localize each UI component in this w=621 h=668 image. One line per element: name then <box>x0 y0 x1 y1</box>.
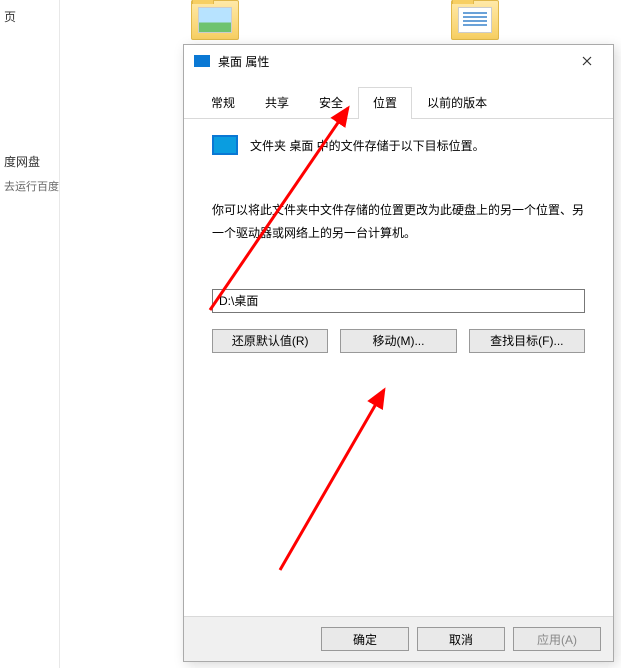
close-icon <box>582 56 592 66</box>
properties-dialog: 桌面 属性 常规 共享 安全 位置 以前的版本 文件夹 桌面 中的文件存储于以下… <box>183 44 614 662</box>
location-path-input[interactable] <box>212 289 585 313</box>
folder-icon <box>191 0 239 40</box>
dialog-title: 桌面 属性 <box>218 53 565 70</box>
nav-item[interactable]: 页 <box>0 4 59 29</box>
ok-button[interactable]: 确定 <box>321 627 409 651</box>
location-description: 你可以将此文件夹中文件存储的位置更改为此硬盘上的另一个位置、另一个驱动器或网络上… <box>212 199 585 245</box>
location-buttons: 还原默认值(R) 移动(M)... 查找目标(F)... <box>212 329 585 353</box>
tab-share[interactable]: 共享 <box>250 87 304 119</box>
location-heading: 文件夹 桌面 中的文件存储于以下目标位置。 <box>250 137 485 154</box>
apply-button[interactable]: 应用(A) <box>513 627 601 651</box>
tab-strip: 常规 共享 安全 位置 以前的版本 <box>184 77 613 119</box>
find-target-button[interactable]: 查找目标(F)... <box>469 329 585 353</box>
desktop-monitor-icon <box>212 135 238 155</box>
titlebar: 桌面 属性 <box>184 45 613 77</box>
cancel-button[interactable]: 取消 <box>417 627 505 651</box>
tab-security[interactable]: 安全 <box>304 87 358 119</box>
tab-location[interactable]: 位置 <box>358 87 412 119</box>
restore-defaults-button[interactable]: 还原默认值(R) <box>212 329 328 353</box>
tab-previous-versions[interactable]: 以前的版本 <box>412 87 502 119</box>
tab-panel-location: 文件夹 桌面 中的文件存储于以下目标位置。 你可以将此文件夹中文件存储的位置更改… <box>184 119 613 616</box>
tab-general[interactable]: 常规 <box>196 87 250 119</box>
move-button[interactable]: 移动(M)... <box>340 329 456 353</box>
nav-hint: 去运行百度网盘 <box>0 174 59 198</box>
close-button[interactable] <box>565 47 609 75</box>
dialog-footer: 确定 取消 应用(A) <box>184 616 613 661</box>
nav-pane: 页 度网盘 去运行百度网盘 <box>0 0 60 668</box>
nav-item[interactable]: 度网盘 <box>0 149 59 174</box>
desktop-icon <box>194 55 210 67</box>
folder-icon <box>451 0 499 40</box>
